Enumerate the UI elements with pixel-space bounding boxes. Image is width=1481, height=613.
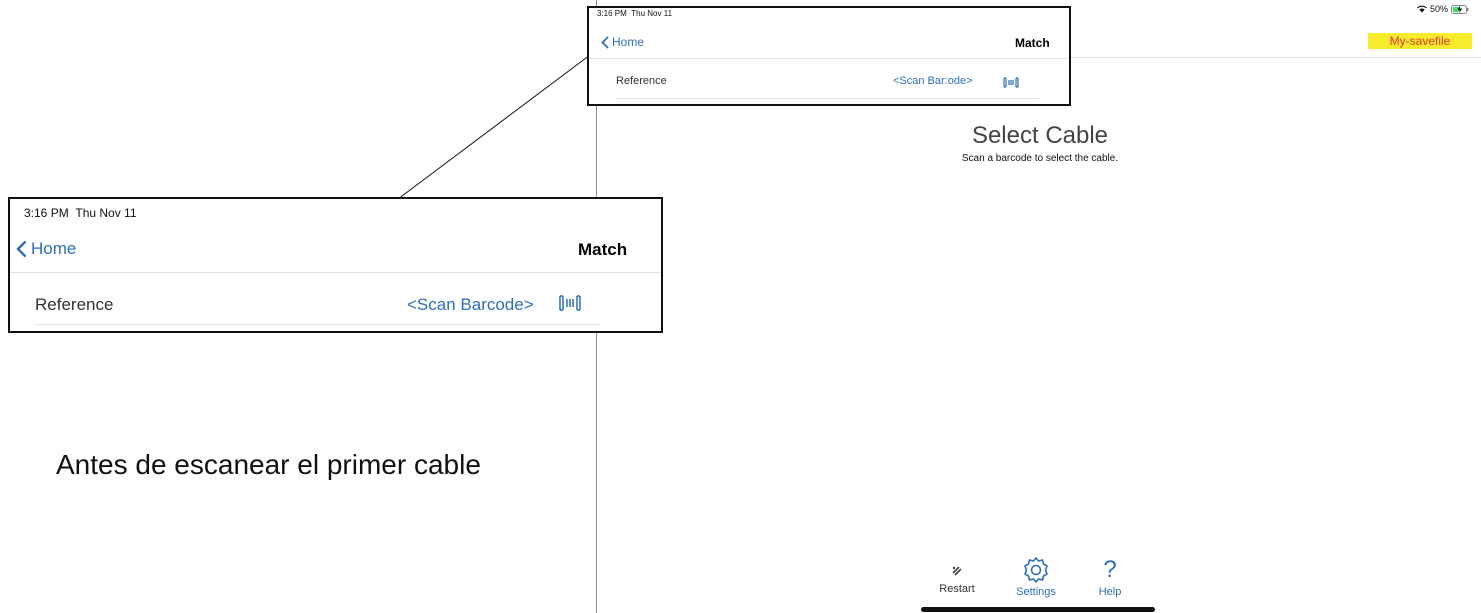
settings-label: Settings: [1016, 586, 1056, 598]
select-cable-subtitle: Scan a barcode to select the cable.: [961, 153, 1119, 164]
home-indicator: [921, 607, 1155, 612]
chevron-left-icon: [16, 240, 27, 258]
page-title: Match: [1015, 36, 1050, 50]
status-bar-right: 50%: [1417, 4, 1469, 14]
savefile-badge[interactable]: My-savefile: [1368, 33, 1472, 49]
zoom-page-title: Match: [578, 240, 628, 259]
zoom-navbar-divider: [10, 272, 661, 273]
restart-button[interactable]: Restart: [922, 556, 992, 595]
zoom-callout-box: 3:16 PM Thu Nov 11 Home Match Reference …: [8, 197, 663, 333]
row-divider-top: [616, 98, 1039, 99]
zoom-reference-label: Reference: [35, 295, 114, 314]
back-label: Home: [612, 35, 645, 49]
battery-charging-icon: [1451, 4, 1469, 14]
caption-text: Antes de escanear el primer cable: [56, 449, 481, 480]
battery-percent: 50%: [1429, 4, 1448, 14]
help-icon: ?: [1103, 556, 1117, 583]
barcode-icon[interactable]: [559, 295, 581, 311]
zoom-row-divider: [35, 324, 601, 325]
help-label: Help: [1098, 586, 1122, 598]
status-time: 3:16 PM Thu Nov 11: [597, 9, 673, 18]
select-cable-title: Select Cable: [971, 122, 1109, 149]
wifi-icon: [1417, 5, 1427, 13]
gear-icon: [1024, 557, 1048, 583]
reference-label: Reference: [616, 75, 667, 87]
chevron-left-icon: [601, 35, 609, 49]
restart-icon: [952, 566, 962, 576]
back-button[interactable]: Home: [601, 35, 644, 49]
restart-label: Restart: [939, 583, 975, 595]
help-button[interactable]: ? Help: [1075, 556, 1145, 598]
top-header-box: 3:16 PM Thu Nov 11 Home Match Reference …: [587, 6, 1071, 106]
navbar-divider-top: [589, 58, 1069, 59]
barcode-icon[interactable]: [1003, 77, 1019, 88]
zoom-back-label: Home: [31, 239, 77, 258]
zoom-status-time: 3:16 PM Thu Nov 11: [24, 206, 137, 220]
zoom-scan-barcode-link[interactable]: <Scan Barcode>: [407, 295, 534, 315]
zoom-back-button[interactable]: Home: [16, 239, 76, 259]
settings-button[interactable]: Settings: [1001, 556, 1071, 598]
scan-barcode-link[interactable]: <Scan Bar:ode>: [893, 75, 973, 87]
